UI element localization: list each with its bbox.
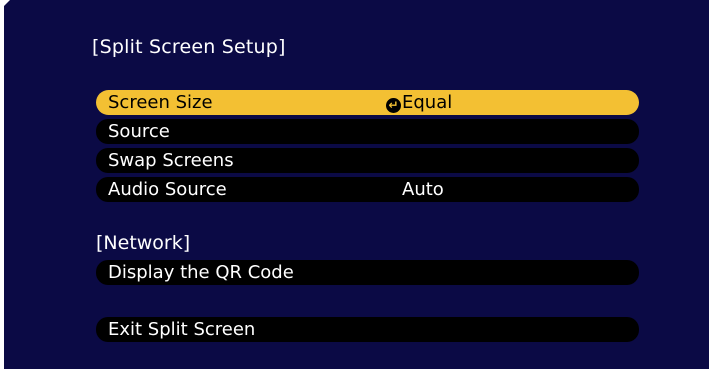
network-section-title: [Network] xyxy=(96,232,191,254)
menu-item-label: Audio Source xyxy=(108,179,227,200)
menu-title: [Split Screen Setup] xyxy=(92,36,286,58)
screen-size-value: Equal xyxy=(402,92,453,113)
menu-item-display-qr-code[interactable]: Display the QR Code xyxy=(96,260,639,285)
panel-corner-notch xyxy=(4,0,10,6)
enter-icon: ↵ xyxy=(386,98,401,113)
menu-item-source[interactable]: Source xyxy=(96,119,639,144)
menu-item-label: Display the QR Code xyxy=(108,262,294,283)
menu-item-label: Screen Size xyxy=(108,92,213,113)
menu-item-value: ↵ Equal xyxy=(386,90,452,115)
audio-source-value: Auto xyxy=(402,179,444,200)
menu-item-label: Swap Screens xyxy=(108,150,234,171)
menu-item-label: Exit Split Screen xyxy=(108,319,256,340)
menu-item-screen-size[interactable]: Screen Size ↵ Equal xyxy=(96,90,639,115)
menu-item-label: Source xyxy=(108,121,170,142)
menu-item-swap-screens[interactable]: Swap Screens xyxy=(96,148,639,173)
menu-item-exit-split-screen[interactable]: Exit Split Screen xyxy=(96,317,639,342)
menu-item-audio-source[interactable]: Audio Source Auto xyxy=(96,177,639,202)
